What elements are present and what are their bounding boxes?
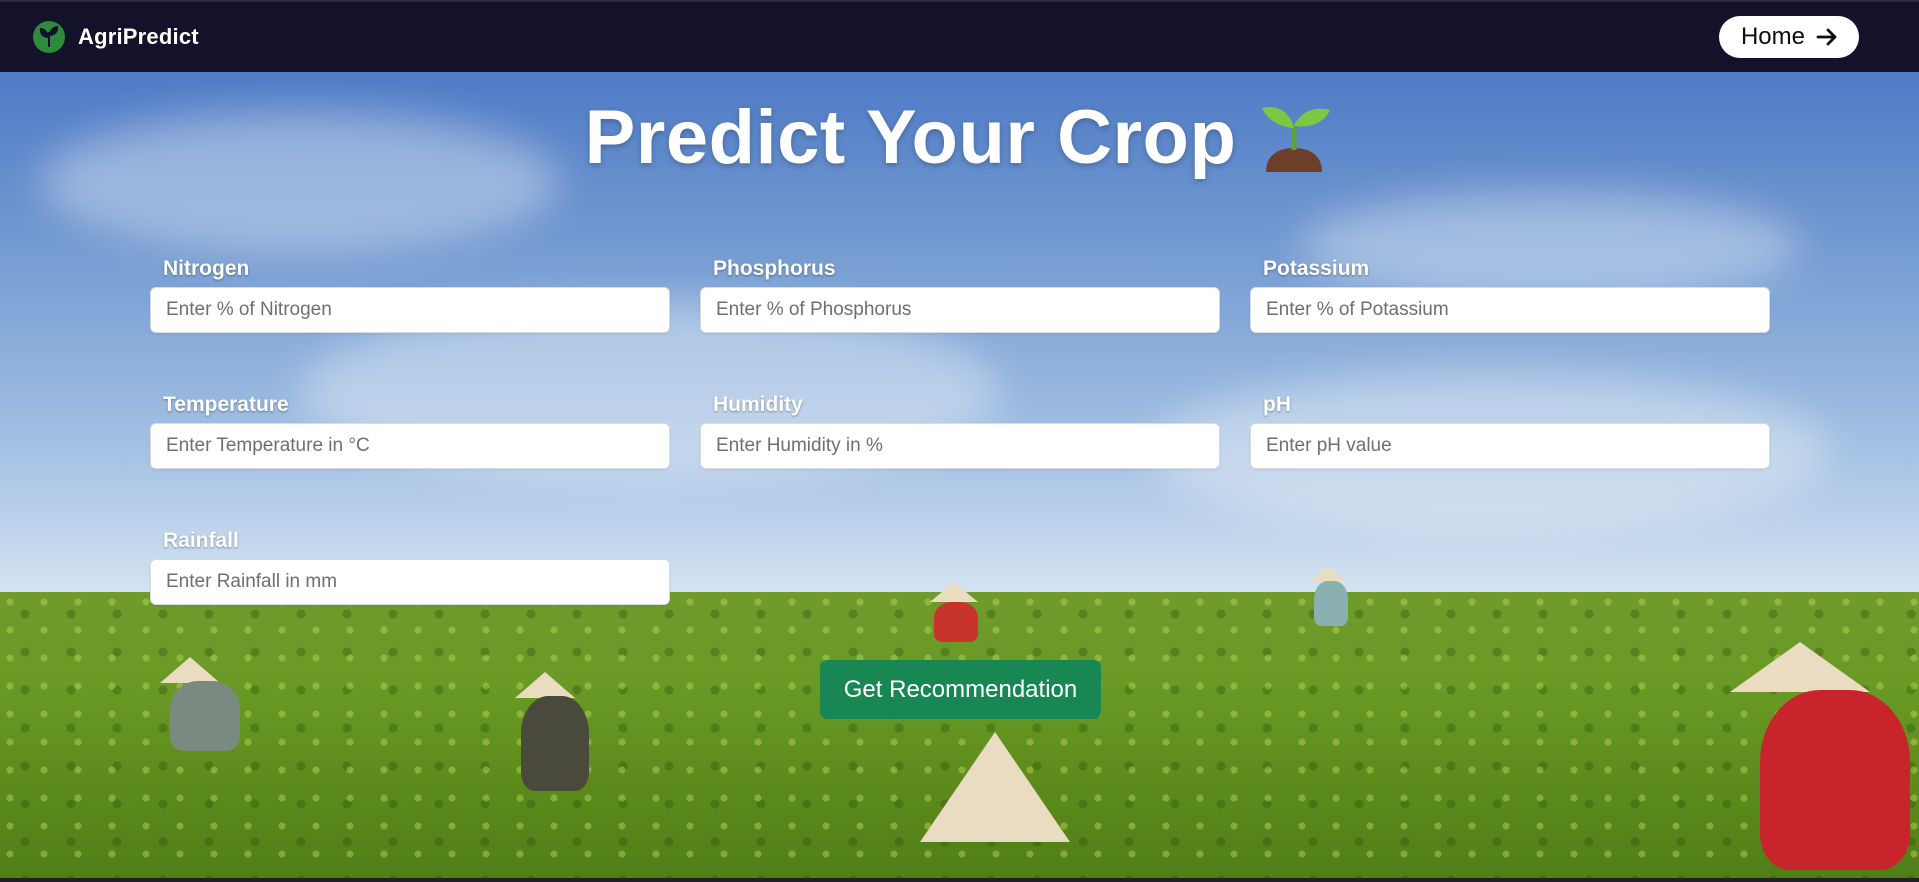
nitrogen-input[interactable] [150, 287, 670, 333]
potassium-input[interactable] [1250, 287, 1770, 333]
temperature-input[interactable] [150, 423, 670, 469]
hero-background-image [0, 72, 1919, 878]
arrow-right-icon [1816, 28, 1837, 46]
phosphorus-label: Phosphorus [713, 257, 836, 280]
cloud [1300, 192, 1800, 302]
temperature-label: Temperature [163, 393, 289, 416]
window-bottom-border [0, 878, 1919, 882]
get-recommendation-button[interactable]: Get Recommendation [820, 660, 1101, 719]
humidity-label: Humidity [713, 393, 803, 416]
leaf-logo-icon [33, 21, 65, 53]
ph-label: pH [1263, 393, 1291, 416]
home-button[interactable]: Home [1718, 16, 1859, 58]
phosphorus-input[interactable] [700, 287, 1220, 333]
nitrogen-label: Nitrogen [163, 257, 250, 280]
rainfall-label: Rainfall [163, 529, 239, 552]
humidity-input[interactable] [700, 423, 1220, 469]
brand-name: AgriPredict [78, 24, 199, 49]
ph-input[interactable] [1250, 423, 1770, 469]
potassium-label: Potassium [1263, 257, 1370, 280]
seedling-icon [1262, 106, 1331, 172]
home-button-label: Home [1740, 23, 1805, 50]
navbar: AgriPredict Home [0, 2, 1919, 72]
page-title: Predict Your Crop [584, 95, 1237, 180]
rainfall-input[interactable] [150, 559, 670, 605]
brand[interactable]: AgriPredict [32, 20, 199, 54]
page-heading: Predict Your Crop [0, 94, 1919, 181]
